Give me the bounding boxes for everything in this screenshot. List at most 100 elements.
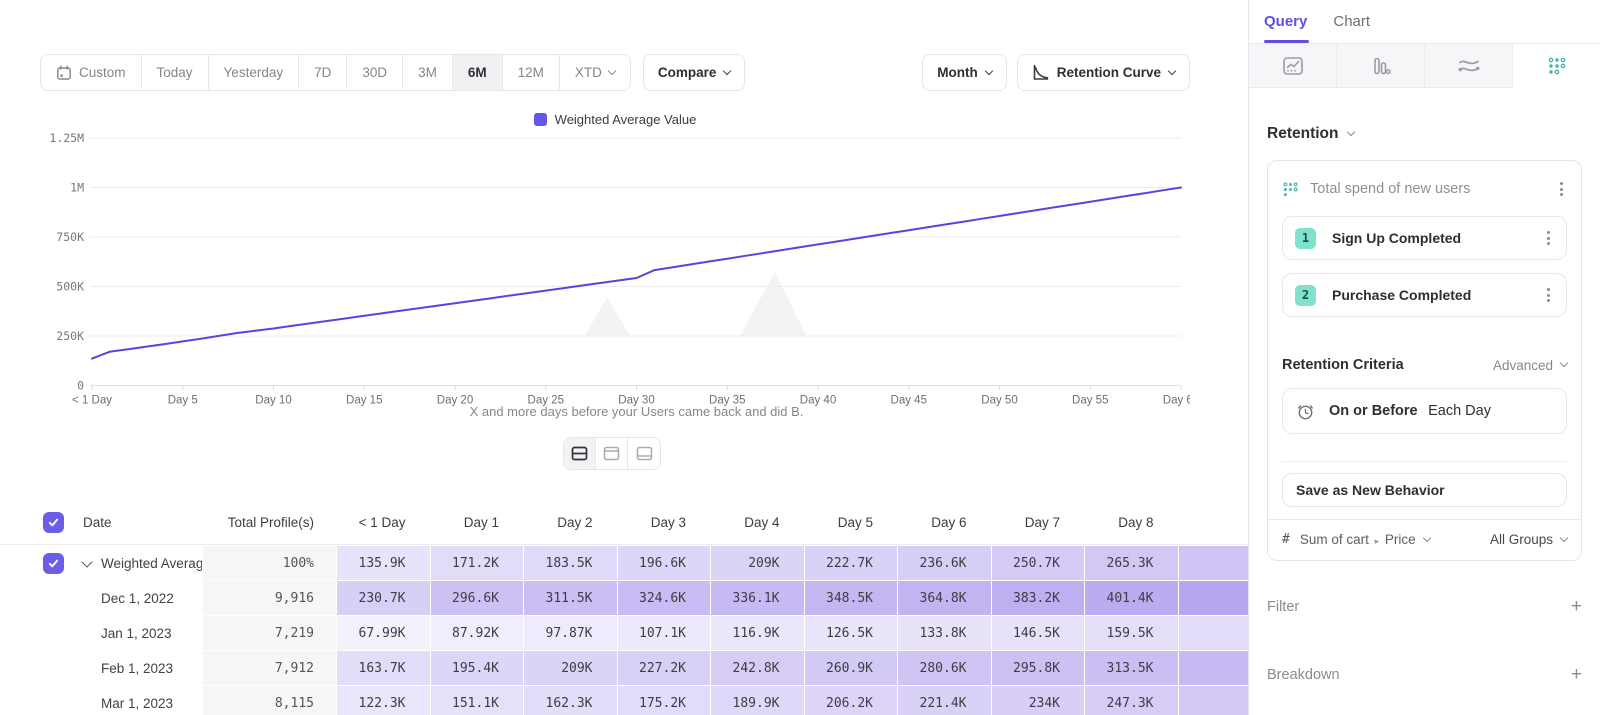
- retention-value-cell[interactable]: 242.8K: [711, 651, 804, 685]
- retention-value-cell[interactable]: 230.7K: [337, 581, 430, 615]
- flows-report-tab[interactable]: [1425, 44, 1513, 88]
- property-dropdown[interactable]: Sum of cart ▸ Price: [1300, 532, 1416, 547]
- retention-value-cell[interactable]: 236.6K: [898, 546, 991, 580]
- event-step-2[interactable]: 2 Purchase Completed: [1282, 273, 1567, 317]
- chart-legend: Weighted Average Value: [40, 112, 1190, 127]
- sidebar-body: Retention Total spend of new users: [1249, 125, 1600, 684]
- table-row[interactable]: Dec 1, 20229,916230.7K296.6K311.5K324.6K…: [0, 581, 1248, 615]
- retention-value-cell[interactable]: 163.7K: [337, 651, 430, 685]
- step-menu-button[interactable]: [1543, 284, 1554, 306]
- retention-value-cell[interactable]: 97.87K: [524, 616, 617, 650]
- granularity-label: Month: [937, 65, 977, 80]
- retention-value-cell[interactable]: 133.8K: [898, 616, 991, 650]
- split-view-button[interactable]: [564, 438, 596, 469]
- retention-value-cell[interactable]: 295.8K: [992, 651, 1085, 685]
- event-step-1[interactable]: 1 Sign Up Completed: [1282, 216, 1567, 260]
- retention-section-header[interactable]: Retention: [1267, 125, 1582, 143]
- range-7d[interactable]: 7D: [299, 55, 347, 90]
- calendar-icon: [56, 65, 72, 81]
- retention-value-cell[interactable]: 364.8K: [898, 581, 991, 615]
- retention-value-cell[interactable]: 196.6K: [618, 546, 711, 580]
- behavior-menu-button[interactable]: [1556, 178, 1567, 200]
- chart-type-button[interactable]: Retention Curve: [1017, 54, 1190, 91]
- compare-button[interactable]: Compare: [643, 54, 746, 91]
- retention-value-cell[interactable]: 234K: [992, 686, 1085, 715]
- retention-value-cell[interactable]: 151.1K: [431, 686, 524, 715]
- y-axis-tick-label: 1.25M: [49, 131, 84, 145]
- funnels-report-tab[interactable]: [1337, 44, 1425, 88]
- retention-value-cell[interactable]: 280.6K: [898, 651, 991, 685]
- expand-chevron-icon[interactable]: [81, 556, 92, 567]
- retention-value-cell[interactable]: 116.9K: [711, 616, 804, 650]
- total-cell: 100%: [203, 546, 336, 580]
- retention-value-cell[interactable]: 296.6K: [431, 581, 524, 615]
- range-12m[interactable]: 12M: [503, 55, 560, 90]
- retention-value-cell[interactable]: 324.6K: [618, 581, 711, 615]
- retention-value-cell[interactable]: 159.5K: [1085, 616, 1178, 650]
- retention-criteria-label: Retention Criteria: [1282, 357, 1493, 373]
- retention-value-cell[interactable]: 206.2K: [805, 686, 898, 715]
- retention-value-cell[interactable]: 260.9K: [805, 651, 898, 685]
- tab-chart[interactable]: Chart: [1333, 0, 1370, 43]
- day-header-cell: Day 3: [618, 500, 711, 544]
- retention-value-cell[interactable]: 189.9K: [711, 686, 804, 715]
- checkbox-checked[interactable]: [43, 553, 64, 574]
- range-xtd[interactable]: XTD: [560, 55, 630, 90]
- retention-value-cell[interactable]: 247.3K: [1085, 686, 1178, 715]
- advanced-dropdown[interactable]: Advanced: [1493, 358, 1567, 373]
- save-as-new-behavior-button[interactable]: Save as New Behavior: [1282, 473, 1567, 507]
- retention-value-cell[interactable]: 383.2K: [992, 581, 1085, 615]
- retention-value-cell[interactable]: 227.2K: [618, 651, 711, 685]
- tab-query[interactable]: Query: [1264, 0, 1307, 43]
- retention-value-cell[interactable]: 311.5K: [524, 581, 617, 615]
- retention-value-cell[interactable]: 67.99K: [337, 616, 430, 650]
- view-toggle: [563, 437, 661, 470]
- range-30d[interactable]: 30D: [347, 55, 403, 90]
- y-axis-tick-label: 500K: [56, 280, 84, 294]
- step-event-label: Sign Up Completed: [1332, 230, 1527, 246]
- add-breakdown-button[interactable]: +: [1571, 665, 1582, 684]
- table-row[interactable]: Mar 1, 20238,115122.3K151.1K162.3K175.2K…: [0, 686, 1248, 715]
- table-row[interactable]: Weighted Average ...100%135.9K171.2K183.…: [0, 546, 1248, 580]
- granularity-button[interactable]: Month: [922, 54, 1006, 91]
- range-today[interactable]: Today: [142, 55, 209, 90]
- checkbox-checked[interactable]: [43, 512, 64, 533]
- retention-value-cell[interactable]: 87.92K: [431, 616, 524, 650]
- retention-value-cell[interactable]: 401.4K: [1085, 581, 1178, 615]
- retention-value-cell[interactable]: 195.4K: [431, 651, 524, 685]
- insights-report-tab[interactable]: [1249, 44, 1337, 88]
- step-menu-button[interactable]: [1543, 227, 1554, 249]
- retention-value-cell[interactable]: 222.7K: [805, 546, 898, 580]
- retention-value-cell[interactable]: 126.5K: [805, 616, 898, 650]
- add-filter-button[interactable]: +: [1571, 597, 1582, 616]
- retention-value-cell[interactable]: 107.1K: [618, 616, 711, 650]
- split-view-icon: [571, 446, 588, 461]
- table-row[interactable]: Feb 1, 20237,912163.7K195.4K209K227.2K24…: [0, 651, 1248, 685]
- retention-value-cell[interactable]: 250.7K: [992, 546, 1085, 580]
- retention-value-cell[interactable]: 122.3K: [337, 686, 430, 715]
- retention-value-cell[interactable]: 175.2K: [618, 686, 711, 715]
- retention-value-cell[interactable]: 146.5K: [992, 616, 1085, 650]
- table-row[interactable]: Jan 1, 20237,21967.99K87.92K97.87K107.1K…: [0, 616, 1248, 650]
- chart-view-button[interactable]: [596, 438, 628, 469]
- retention-value-cell[interactable]: 162.3K: [524, 686, 617, 715]
- retention-value-cell[interactable]: 336.1K: [711, 581, 804, 615]
- groups-dropdown[interactable]: All Groups: [1490, 532, 1567, 547]
- retention-value-cell[interactable]: 183.5K: [524, 546, 617, 580]
- retention-value-cell[interactable]: 348.5K: [805, 581, 898, 615]
- criteria-timing-card[interactable]: On or Before Each Day: [1282, 388, 1567, 434]
- range-6m[interactable]: 6M: [453, 55, 503, 90]
- range-custom[interactable]: Custom: [41, 55, 142, 90]
- retention-value-cell[interactable]: 171.2K: [431, 546, 524, 580]
- retention-value-cell[interactable]: 221.4K: [898, 686, 991, 715]
- retention-report-tab[interactable]: [1513, 44, 1600, 88]
- retention-value-cell[interactable]: 135.9K: [337, 546, 430, 580]
- retention-value-cell[interactable]: 209K: [711, 546, 804, 580]
- retention-value-cell[interactable]: 265.3K: [1085, 546, 1178, 580]
- retention-value-cell[interactable]: 209K: [524, 651, 617, 685]
- range-yesterday[interactable]: Yesterday: [209, 55, 300, 90]
- weighted-average-line[interactable]: [92, 188, 1181, 359]
- table-view-button[interactable]: [628, 438, 660, 469]
- range-3m[interactable]: 3M: [403, 55, 453, 90]
- retention-value-cell[interactable]: 313.5K: [1085, 651, 1178, 685]
